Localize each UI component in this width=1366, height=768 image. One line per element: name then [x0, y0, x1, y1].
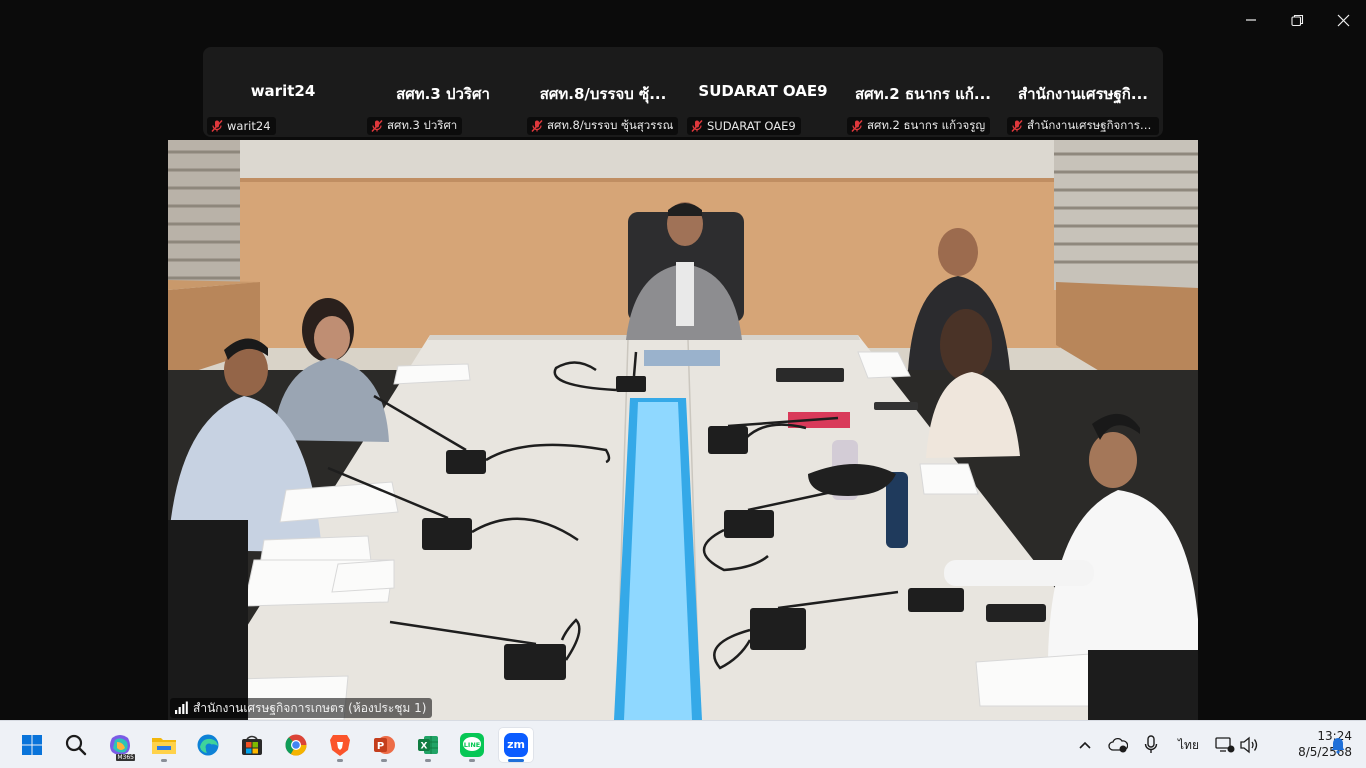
main-video-label: สำนักงานเศรษฐกิจการเกษตร (ห้องประชุม 1) [170, 698, 433, 718]
participant-label: warit24 [207, 117, 276, 135]
participant-name: สศท.3 ปวริศา [396, 85, 490, 103]
participant-label: สศท.2 ธนากร แก้วจรูญ [847, 117, 991, 135]
mic-muted-icon [530, 119, 544, 133]
line-icon[interactable]: LINE [454, 727, 490, 763]
taskbar: M365 P X LINE zm ไทย 13:24 8/5/2568 [0, 720, 1366, 768]
store-icon[interactable] [234, 727, 270, 763]
meeting-room-scene [168, 140, 1198, 720]
participant-tile[interactable]: warit24 warit24 [203, 47, 363, 137]
search-icon[interactable] [58, 727, 94, 763]
chevron-up-icon[interactable] [1074, 734, 1096, 756]
mic-muted-icon [370, 119, 384, 133]
participant-name: SUDARAT OAE9 [698, 82, 828, 100]
participant-name: สศท.8/บรรจบ ซุ้... [539, 85, 667, 103]
running-indicator [469, 759, 475, 762]
participant-label-text: warit24 [227, 119, 271, 133]
restore-icon[interactable] [1274, 6, 1320, 34]
mic-muted-icon [850, 119, 864, 133]
brave-icon[interactable] [322, 727, 358, 763]
participant-label-text: สำนักงานเศรษฐกิจการเก... [1027, 118, 1154, 132]
main-video-label-text: สำนักงานเศรษฐกิจการเกษตร (ห้องประชุม 1) [193, 700, 427, 715]
windows-start-icon[interactable] [14, 727, 50, 763]
participant-name: สำนักงานเศรษฐกิ... [1018, 85, 1148, 103]
mic-muted-icon [1010, 119, 1024, 133]
running-indicator [337, 759, 343, 762]
mic-muted-icon [690, 119, 704, 133]
microphone-icon[interactable] [1140, 734, 1162, 756]
onedrive-cloud-icon[interactable] [1107, 734, 1129, 756]
running-indicator [161, 759, 167, 762]
network-icon[interactable] [1214, 734, 1236, 756]
running-indicator [425, 759, 431, 762]
chrome-icon[interactable] [278, 727, 314, 763]
participant-label: สำนักงานเศรษฐกิจการเก... [1007, 117, 1159, 135]
notification-bell-icon[interactable] [1327, 734, 1349, 756]
zoom-meeting-screen: warit24 warit24 สศท.3 ปวริศา สศท.3 ปวริศ… [0, 0, 1366, 768]
active-indicator [508, 759, 524, 762]
participant-label-text: สศท.3 ปวริศา [387, 118, 458, 132]
participant-tile[interactable]: สศท.3 ปวริศา สศท.3 ปวริศา [363, 47, 523, 137]
participant-name: warit24 [250, 82, 316, 100]
participant-label: สศท.8/บรรจบ ซุ้นสุวรรณ [527, 117, 679, 135]
participant-tile[interactable]: สศท.8/บรรจบ ซุ้... สศท.8/บรรจบ ซุ้นสุวรร… [523, 47, 683, 137]
participant-label-text: สศท.8/บรรจบ ซุ้นสุวรรณ [547, 118, 674, 132]
excel-icon[interactable]: X [410, 727, 446, 763]
speaker-volume-icon[interactable] [1238, 734, 1260, 756]
participant-name: สศท.2 ธนากร แก้... [855, 85, 991, 103]
participant-tile[interactable]: SUDARAT OAE9 SUDARAT OAE9 [683, 47, 843, 137]
zoom-icon[interactable]: zm [498, 727, 534, 763]
participant-tile[interactable]: สำนักงานเศรษฐกิ... สำนักงานเศรษฐกิจการเก… [1003, 47, 1163, 137]
m365-copilot-icon[interactable]: M365 [102, 727, 138, 763]
m365-label: M365 [116, 754, 135, 761]
mic-muted-icon [210, 119, 224, 133]
running-indicator [381, 759, 387, 762]
minimize-icon[interactable] [1228, 6, 1274, 34]
participant-label: สศท.3 ปวริศา [367, 117, 463, 135]
participant-strip: warit24 warit24 สศท.3 ปวริศา สศท.3 ปวริศ… [203, 47, 1163, 137]
edge-browser-icon[interactable] [190, 727, 226, 763]
signal-bars-icon [174, 701, 188, 715]
close-icon[interactable] [1320, 6, 1366, 34]
powerpoint-icon[interactable]: P [366, 727, 402, 763]
participant-label-text: SUDARAT OAE9 [707, 119, 796, 133]
zoom-label: zm [507, 738, 525, 751]
folder-icon[interactable] [146, 727, 182, 763]
input-language-indicator[interactable]: ไทย [1178, 736, 1199, 755]
line-label: LINE [463, 741, 481, 749]
participant-label-text: สศท.2 ธนากร แก้วจรูญ [867, 118, 986, 132]
svg-text:P: P [377, 741, 384, 752]
svg-text:X: X [421, 742, 428, 752]
main-video[interactable]: สำนักงานเศรษฐกิจการเกษตร (ห้องประชุม 1) [168, 140, 1198, 720]
participant-label: SUDARAT OAE9 [687, 117, 801, 135]
participant-tile[interactable]: สศท.2 ธนากร แก้... สศท.2 ธนากร แก้วจรูญ [843, 47, 1003, 137]
